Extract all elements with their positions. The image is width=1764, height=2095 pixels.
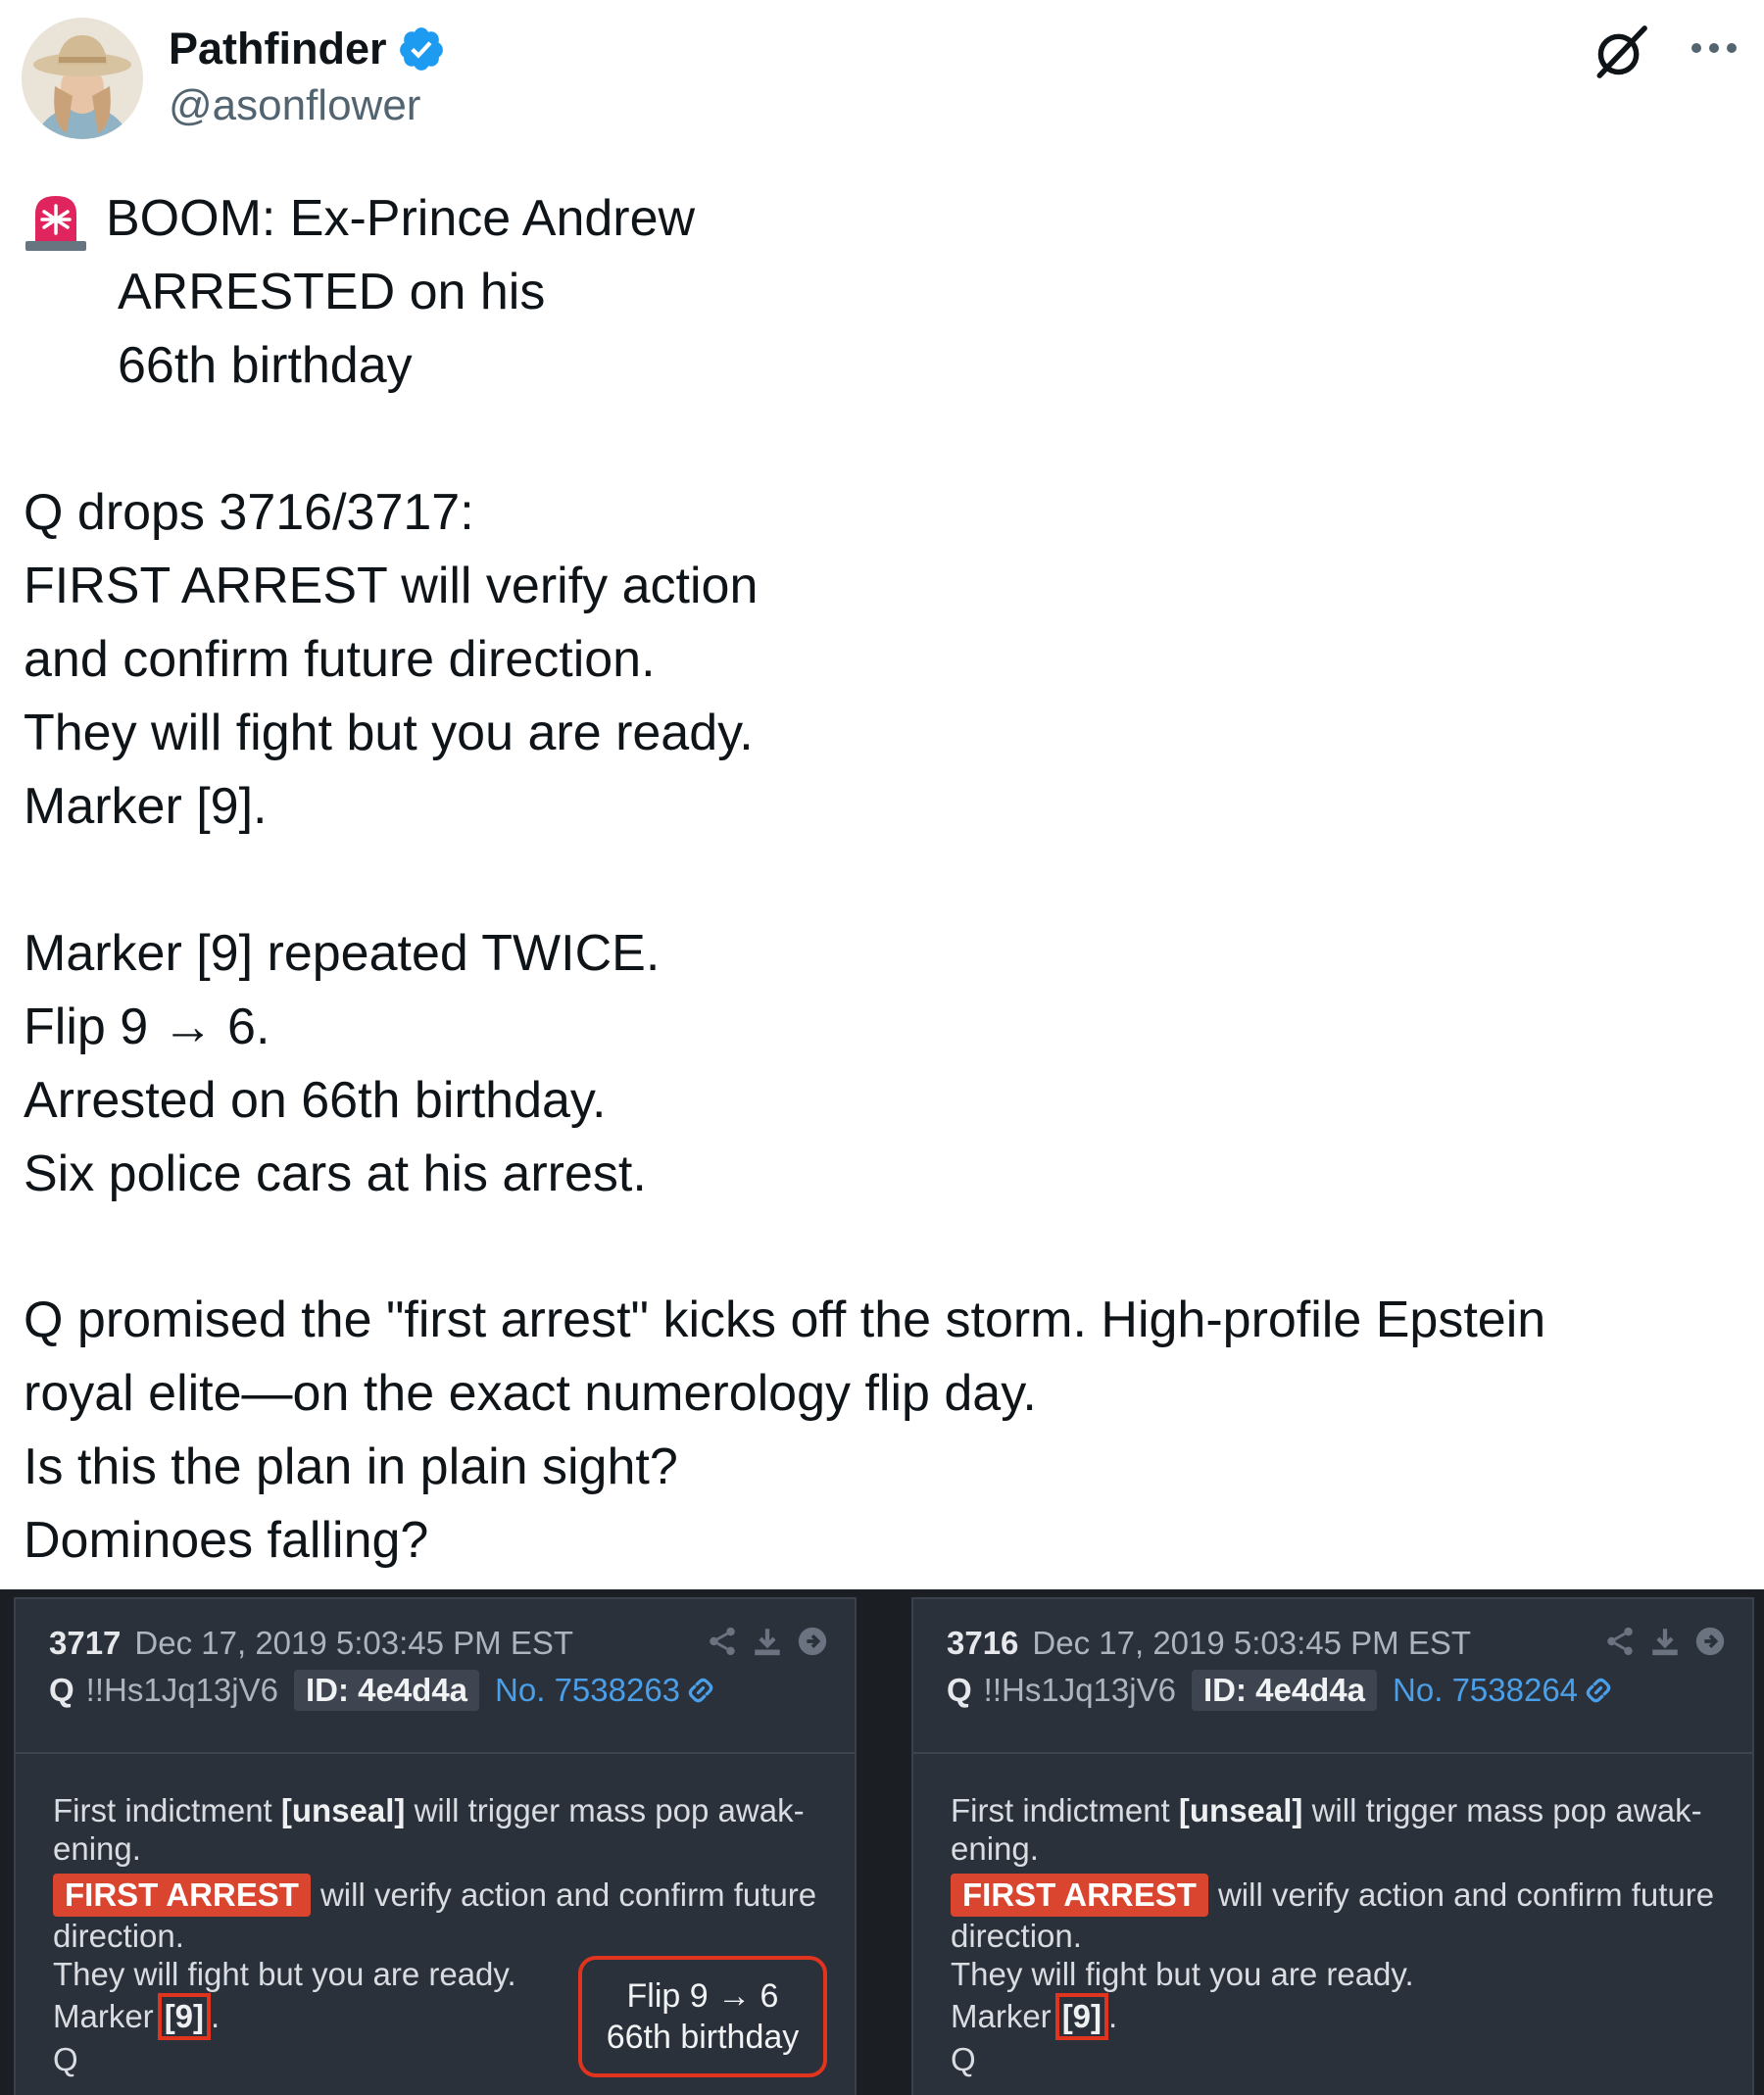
arrow-right-icon: [1695, 1627, 1725, 1656]
post-author: Q: [947, 1672, 972, 1708]
post-header: 3716 Dec 17, 2019 5:03:45 PM EST Q !!Hs1J…: [913, 1599, 1752, 1754]
verified-badge-icon: [399, 27, 443, 71]
marker-highlight: [9]: [1054, 1993, 1109, 2040]
more-icon[interactable]: [1690, 37, 1739, 59]
post-text: ening.: [951, 1830, 1039, 1867]
q-post-card: 3717 Dec 17, 2019 5:03:45 PM EST Q !!Hs1J…: [14, 1597, 857, 2095]
post-text: They will fight but you are ready.: [951, 1956, 1414, 1992]
tweet-line: and confirm future direction.: [24, 631, 656, 688]
post-text: will trigger mass pop awak-: [405, 1792, 805, 1828]
post-author: Q: [49, 1672, 74, 1708]
headline-line: 66th birthday: [118, 337, 413, 394]
post-text-bold: [unseal]: [1178, 1792, 1303, 1828]
tweet-line: Is this the plan in plain sight?: [24, 1438, 678, 1495]
post-body: First indictment [unseal] will trigger m…: [951, 1791, 1733, 2078]
post-text: Marker: [53, 1998, 154, 2034]
post-number: 3717: [49, 1625, 122, 1661]
tweet-paragraph: Marker [9] repeated TWICE. Flip 9 → 6. A…: [24, 917, 660, 1211]
post-text-bold: [unseal]: [280, 1792, 406, 1828]
post-header: 3717 Dec 17, 2019 5:03:45 PM EST Q !!Hs1J…: [16, 1599, 855, 1754]
share-icon: [710, 1627, 735, 1656]
author-handle[interactable]: @asonflower: [169, 78, 446, 133]
post-number: 3716: [947, 1625, 1019, 1661]
callout-line: 66th birthday: [606, 2019, 800, 2056]
post-text: First indictment: [53, 1792, 281, 1828]
download-icon: [755, 1629, 780, 1656]
link-icon: [1586, 1678, 1611, 1703]
tweet-media[interactable]: 3717 Dec 17, 2019 5:03:45 PM EST Q !!Hs1J…: [0, 1589, 1764, 2095]
tweet-line: Q promised the "first arrest" kicks off …: [24, 1291, 1546, 1348]
post-tripcode: !!Hs1Jq13jV6: [983, 1672, 1176, 1708]
post-no-link: No. 7538264: [1393, 1672, 1579, 1708]
link-icon: [688, 1678, 713, 1703]
tweet-line: Arrested on 66th birthday.: [24, 1072, 607, 1129]
tweet-line: Dominoes falling?: [24, 1512, 429, 1569]
post-signature: Q: [951, 2041, 976, 2077]
first-arrest-highlight: FIRST ARREST: [951, 1874, 1208, 1917]
post-text: will verify action and confirm future: [319, 1876, 817, 1913]
tweet-line: Marker [9].: [24, 778, 268, 835]
tweet-line: Q drops 3716/3717:: [24, 484, 474, 541]
post-text: Marker: [951, 1998, 1052, 2034]
share-icon: [1607, 1627, 1633, 1656]
post-id-badge: ID: 4e4d4a: [1191, 1670, 1378, 1711]
marker-highlight: [9]: [157, 1993, 212, 2040]
post-text: will verify action and confirm future: [1217, 1876, 1715, 1913]
post-text: First indictment: [951, 1792, 1179, 1828]
tweet-line: FIRST ARREST will verify action: [24, 558, 759, 614]
tweet-line: They will fight but you are ready.: [24, 705, 754, 761]
post-text: direction.: [951, 1918, 1082, 1954]
headline-line: BOOM: Ex-Prince Andrew: [106, 190, 696, 247]
first-arrest-highlight: FIRST ARREST: [53, 1874, 311, 1917]
post-text: direction.: [53, 1918, 184, 1954]
q-post-card: 3716 Dec 17, 2019 5:03:45 PM EST Q !!Hs1J…: [911, 1597, 1754, 2095]
post-date: Dec 17, 2019 5:03:45 PM EST: [134, 1625, 574, 1661]
siren-icon: [25, 196, 86, 251]
post-text: will trigger mass pop awak-: [1302, 1792, 1702, 1828]
post-id-badge: ID: 4e4d4a: [293, 1670, 480, 1711]
tweet-paragraph: Q drops 3716/3717: FIRST ARREST will ver…: [24, 476, 758, 844]
tweet-line: Marker [9] repeated TWICE.: [24, 925, 661, 982]
post-no-link: No. 7538263: [495, 1672, 681, 1708]
post-text: ening.: [53, 1830, 141, 1867]
grok-icon[interactable]: [1592, 24, 1649, 80]
arrow-right-icon: [798, 1627, 827, 1656]
tweet-line: royal elite—on the exact numerology flip…: [24, 1365, 1037, 1422]
tweet-headline: BOOM: Ex-Prince Andrew ARRESTED on his 6…: [24, 182, 695, 403]
post-tripcode: !!Hs1Jq13jV6: [85, 1672, 278, 1708]
headline-line: ARRESTED on his: [118, 264, 546, 320]
post-text: .: [211, 1998, 220, 2034]
download-icon: [1652, 1629, 1678, 1656]
tweet-line: Six police cars at his arrest.: [24, 1145, 647, 1202]
author-name[interactable]: Pathfinder: [169, 22, 387, 76]
post-text: .: [1108, 1998, 1118, 2034]
avatar[interactable]: [22, 18, 143, 139]
callout-line: Flip 9 → 6: [626, 1977, 779, 2015]
tweet-paragraph: Q promised the "first arrest" kicks off …: [24, 1284, 1545, 1578]
tweet-line: Flip 9 → 6.: [24, 999, 270, 1055]
post-date: Dec 17, 2019 5:03:45 PM EST: [1032, 1625, 1472, 1661]
flip-callout: Flip 9 → 6 66th birthday: [578, 1956, 827, 2077]
